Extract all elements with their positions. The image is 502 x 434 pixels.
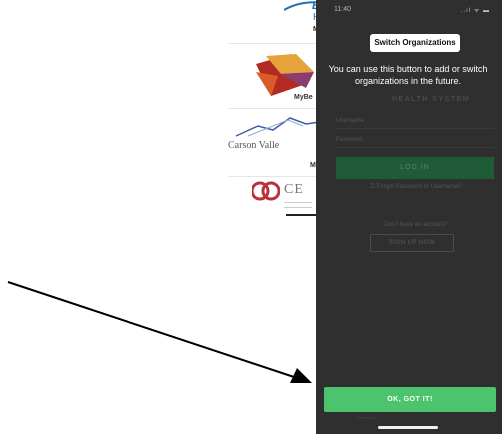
- mountain-logo-icon: [235, 117, 320, 137]
- screenshot-stage: Barton H M MyBe Carson Valle M: [0, 0, 502, 434]
- forgot-label: Forgot Password or Username?: [376, 184, 462, 190]
- org-label-3: Carson Valle: [228, 140, 280, 151]
- status-time: 11:40: [334, 6, 351, 13]
- username-field[interactable]: Username: [336, 115, 494, 129]
- org-sublabel-3: M: [310, 162, 316, 169]
- org-label-4: CE: [284, 182, 304, 197]
- forgot-password-link[interactable]: ⚿ Forgot Password or Username?: [338, 184, 494, 191]
- signup-button[interactable]: SIGN UP NOW: [370, 234, 454, 252]
- no-account-text: Don't have an account?: [384, 222, 448, 228]
- annotation-arrow-icon: [7, 281, 312, 383]
- org-item-mybe[interactable]: MyBe: [228, 48, 320, 104]
- org-divider: [228, 108, 320, 109]
- org-divider: [228, 176, 320, 177]
- onboarding-tip-text: You can use this button to add or switch…: [328, 64, 488, 86]
- password-field[interactable]: Password: [336, 134, 494, 148]
- login-button[interactable]: LOG IN: [336, 157, 494, 179]
- status-icons: ..ıl ᯤ ▬: [460, 8, 490, 14]
- org-item-carson-valley[interactable]: Carson Valle M: [228, 112, 320, 172]
- ok-got-it-button[interactable]: OK, GOT IT!: [324, 387, 496, 412]
- org-divider: [228, 43, 320, 44]
- behind-brand-text: HEALTH SYSTEM: [392, 96, 471, 103]
- cis-logo-icon: [252, 181, 280, 201]
- org-label-2: MyBe: [294, 94, 313, 101]
- cis-tagline-lines: [284, 202, 312, 208]
- switch-organizations-button[interactable]: Switch Organizations: [370, 34, 460, 52]
- bottom-note: Powered by ...: [356, 415, 382, 420]
- colorful-square-logo-icon: [256, 54, 314, 96]
- home-indicator: [378, 426, 438, 429]
- phone-overlay: 11:40 ..ıl ᯤ ▬ Switch Organizations You …: [316, 0, 502, 434]
- org-list-background: Barton H M MyBe Carson Valle M: [228, 0, 326, 230]
